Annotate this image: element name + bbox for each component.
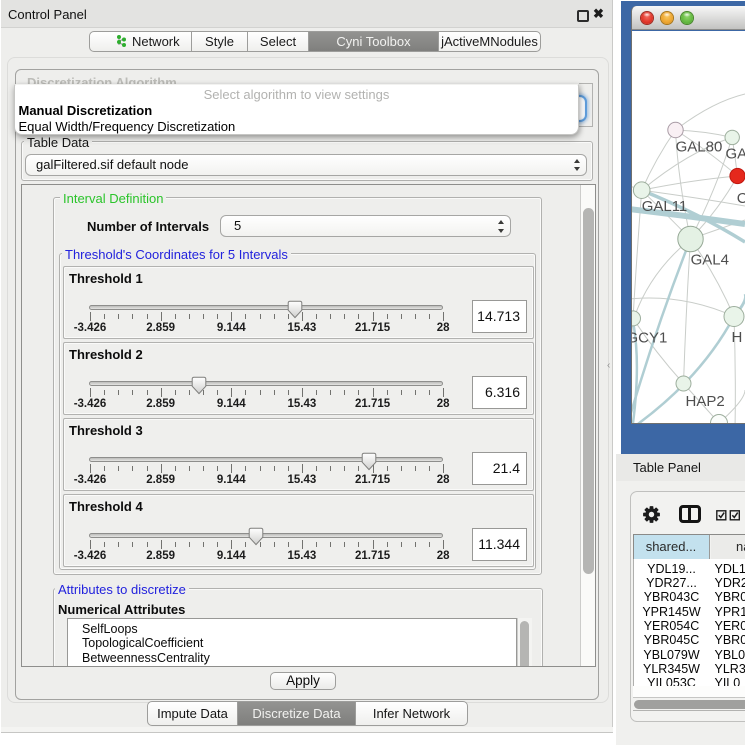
svg-text:C: C (737, 190, 745, 207)
svg-text:GCY1: GCY1 (632, 330, 667, 347)
svg-text:GA: GA (726, 146, 745, 163)
svg-text:HAP2: HAP2 (686, 393, 725, 410)
svg-text:GAL4: GAL4 (691, 252, 729, 269)
svg-text:GAL80: GAL80 (676, 139, 723, 156)
svg-text:GAL11: GAL11 (642, 198, 688, 215)
svg-text:H: H (732, 329, 743, 346)
